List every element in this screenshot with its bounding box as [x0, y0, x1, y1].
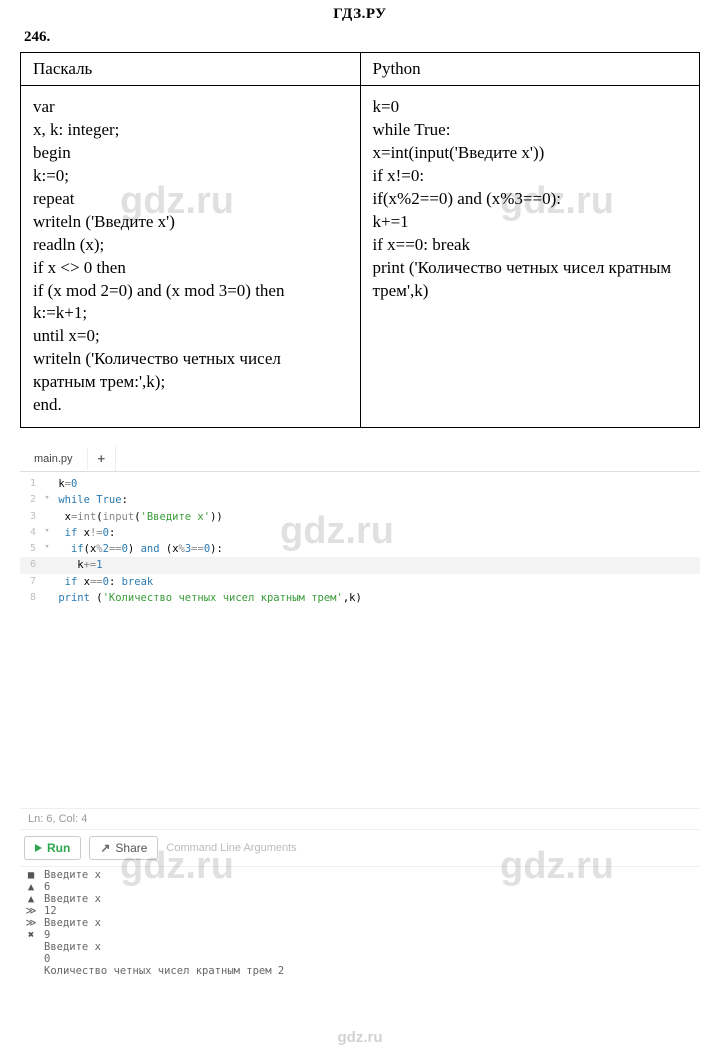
line-number: 7: [20, 574, 42, 590]
console-row: ✖9: [20, 929, 700, 941]
console-text: Введите x: [42, 941, 101, 953]
code-source: print ('Количество четных чисел кратным …: [52, 590, 700, 606]
console-text: 12: [42, 905, 57, 917]
console-row: ≫Введите x: [20, 917, 700, 929]
fold-icon: [42, 590, 52, 606]
fold-icon: [42, 574, 52, 590]
console-icon: ▲: [20, 893, 42, 905]
run-button[interactable]: Run: [24, 836, 81, 860]
pascal-code: var x, k: integer; begin k:=0; repeat wr…: [33, 96, 348, 417]
console-text: Введите x: [42, 869, 101, 881]
fold-icon[interactable]: ▾: [42, 525, 52, 541]
console-icon: ✖: [20, 929, 42, 941]
code-source: if(x%2==0) and (x%3==0):: [52, 541, 700, 557]
console-icon: ≫: [20, 917, 42, 929]
share-button[interactable]: Share: [89, 836, 158, 860]
line-number: 3: [20, 509, 42, 525]
code-source: if x==0: break: [52, 574, 700, 590]
editor-toolbar: Run Share Command Line Arguments: [20, 829, 700, 867]
code-line[interactable]: 5▾ if(x%2==0) and (x%3==0):: [20, 541, 700, 557]
code-source: k=0: [52, 476, 700, 492]
code-source: k+=1: [52, 557, 700, 573]
column-header-python: Python: [360, 53, 700, 86]
console-text: Количество четных чисел кратным трем 2: [42, 965, 284, 977]
console-icon: ≫: [20, 905, 42, 917]
console-text: Введите x: [42, 917, 101, 929]
code-line[interactable]: 3 x=int(input('Введите x')): [20, 509, 700, 525]
console-text: Введите x: [42, 893, 101, 905]
fold-icon: [42, 509, 52, 525]
site-title: ГДЗ.РУ: [0, 0, 720, 25]
console-row: Введите x: [20, 941, 700, 953]
play-icon: [35, 844, 42, 852]
run-label: Run: [47, 841, 70, 855]
tab-add[interactable]: +: [88, 446, 117, 471]
cli-args-label: Command Line Arguments: [166, 842, 296, 854]
solution-table: Паскаль Python var x, k: integer; begin …: [20, 52, 700, 428]
code-line[interactable]: 6 k+=1: [20, 557, 700, 573]
line-number: 8: [20, 590, 42, 606]
line-number: 4: [20, 525, 42, 541]
console-row: Количество четных чисел кратным трем 2: [20, 965, 700, 977]
python-code: k=0 while True: x=int(input('Введите x')…: [373, 96, 688, 302]
console-icon: ▲: [20, 881, 42, 893]
console-row: ■Введите x: [20, 869, 700, 881]
console-row: ▲6: [20, 881, 700, 893]
console-output: ■Введите x▲6▲Введите x≫12≫Введите x✖9Вве…: [20, 867, 700, 987]
console-row: 0: [20, 953, 700, 965]
editor-code-area[interactable]: 1 k=02▾ while True:3 x=int(input('Введит…: [20, 472, 700, 608]
code-line[interactable]: 8 print ('Количество четных чисел кратны…: [20, 590, 700, 606]
code-source: x=int(input('Введите x')): [52, 509, 700, 525]
code-editor: main.py + 1 k=02▾ while True:3 x=int(inp…: [20, 446, 700, 987]
console-row: ≫12: [20, 905, 700, 917]
fold-icon[interactable]: ▾: [42, 492, 52, 508]
exercise-number: 246.: [0, 25, 720, 52]
editor-tabs: main.py +: [20, 446, 700, 472]
fold-icon[interactable]: ▾: [42, 541, 52, 557]
watermark: gdz.ru: [0, 1029, 720, 1046]
console-row: ▲Введите x: [20, 893, 700, 905]
code-line[interactable]: 7 if x==0: break: [20, 574, 700, 590]
code-line[interactable]: 1 k=0: [20, 476, 700, 492]
fold-icon: [42, 557, 52, 573]
code-source: while True:: [52, 492, 700, 508]
code-source: if x!=0:: [52, 525, 700, 541]
line-number: 5: [20, 541, 42, 557]
console-icon: ■: [20, 869, 42, 881]
share-icon: [100, 841, 110, 855]
line-number: 2: [20, 492, 42, 508]
share-label: Share: [115, 841, 147, 855]
console-text: 0: [42, 953, 50, 965]
editor-status: Ln: 6, Col: 4: [20, 808, 700, 829]
code-line[interactable]: 4▾ if x!=0:: [20, 525, 700, 541]
line-number: 6: [20, 557, 42, 573]
tab-mainpy[interactable]: main.py: [20, 448, 88, 470]
fold-icon: [42, 476, 52, 492]
line-number: 1: [20, 476, 42, 492]
column-header-pascal: Паскаль: [21, 53, 361, 86]
code-line[interactable]: 2▾ while True:: [20, 492, 700, 508]
console-text: 6: [42, 881, 50, 893]
console-text: 9: [42, 929, 50, 941]
